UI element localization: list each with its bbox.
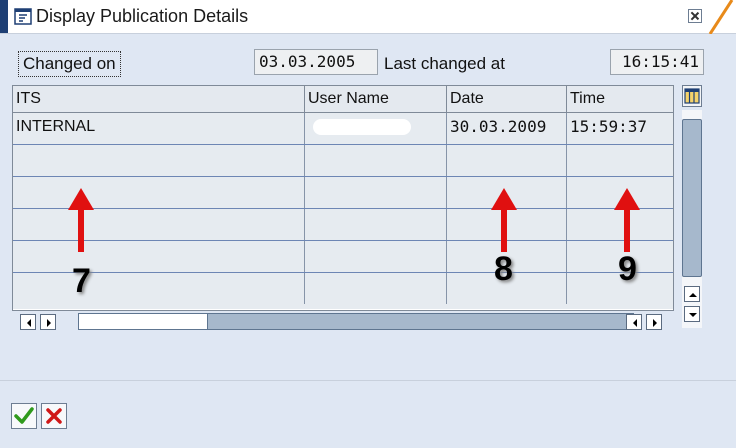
column-header-user-name[interactable]: User Name — [305, 86, 447, 112]
last-changed-field: 16:15:41 — [610, 49, 704, 75]
last-changed-label: Last changed at — [384, 54, 505, 73]
cell-empty[interactable] — [305, 273, 447, 304]
cell-empty[interactable] — [13, 209, 305, 240]
arrow-right-icon — [47, 319, 51, 327]
annotation-number-8: 8 — [494, 250, 513, 288]
checkmark-icon — [14, 407, 34, 424]
cell-empty[interactable] — [305, 145, 447, 176]
arrow-left-icon — [633, 319, 637, 327]
cell-date[interactable]: 30.03.2009 — [447, 113, 567, 144]
changed-on-label: Changed on — [18, 51, 121, 77]
dialog-title-bar: Display Publication Details — [0, 0, 736, 34]
table-row[interactable]: INTERNAL 30.03.2009 15:59:37 — [13, 113, 673, 145]
column-header-its[interactable]: ITS — [13, 86, 305, 112]
scroll-right-button-right[interactable] — [646, 314, 662, 330]
column-header-time[interactable]: Time — [567, 86, 673, 112]
column-settings-button[interactable] — [682, 85, 702, 107]
cell-empty[interactable] — [13, 177, 305, 208]
annotation-number-7: 7 — [72, 262, 91, 300]
title-accent-bar — [0, 0, 8, 33]
vertical-scroll-thumb[interactable] — [682, 119, 702, 277]
table-row[interactable] — [13, 209, 673, 241]
table-row[interactable] — [13, 177, 673, 209]
scroll-right-button[interactable] — [40, 314, 56, 330]
scroll-left-button[interactable] — [20, 314, 36, 330]
scroll-down-button[interactable] — [684, 306, 700, 322]
arrow-right-icon — [653, 319, 657, 327]
horizontal-scroll-thumb[interactable] — [78, 313, 208, 330]
cross-icon — [46, 408, 62, 424]
close-button[interactable] — [688, 9, 702, 23]
annotation-arrow-its — [68, 188, 94, 252]
cell-empty[interactable] — [305, 177, 447, 208]
annotation-number-9: 9 — [618, 250, 637, 288]
table-body: INTERNAL 30.03.2009 15:59:37 — [13, 113, 673, 309]
cell-its[interactable]: INTERNAL — [13, 113, 305, 144]
title-decoration — [708, 0, 736, 34]
arrow-left-icon — [27, 319, 31, 327]
display-window-icon — [14, 8, 32, 25]
horizontal-scrollbar[interactable] — [12, 311, 672, 333]
scroll-left-button-right[interactable] — [626, 314, 642, 330]
redacted-user-name — [313, 119, 411, 135]
cell-empty[interactable] — [13, 273, 305, 304]
annotation-arrow-date — [491, 188, 517, 252]
cell-empty[interactable] — [13, 241, 305, 272]
confirm-button[interactable] — [11, 403, 37, 429]
arrow-up-icon — [689, 293, 697, 297]
changed-on-field: 03.03.2005 — [254, 49, 378, 75]
publication-table: ITS User Name Date Time INTERNAL 30.03.2… — [12, 85, 674, 311]
cell-time[interactable]: 15:59:37 — [567, 113, 673, 144]
cell-empty[interactable] — [305, 241, 447, 272]
cell-empty[interactable] — [305, 209, 447, 240]
column-header-date[interactable]: Date — [447, 86, 567, 112]
cell-empty[interactable] — [447, 145, 567, 176]
dialog-footer — [0, 381, 736, 448]
table-row[interactable] — [13, 273, 673, 304]
dialog-title: Display Publication Details — [36, 6, 249, 26]
arrow-down-icon — [689, 313, 697, 317]
table-header: ITS User Name Date Time — [13, 86, 673, 113]
table-row[interactable] — [13, 241, 673, 273]
cancel-button[interactable] — [41, 403, 67, 429]
table-layout-icon — [684, 88, 700, 104]
cell-empty[interactable] — [13, 145, 305, 176]
scroll-up-button[interactable] — [684, 286, 700, 302]
annotation-arrow-time — [614, 188, 640, 252]
table-row[interactable] — [13, 145, 673, 177]
